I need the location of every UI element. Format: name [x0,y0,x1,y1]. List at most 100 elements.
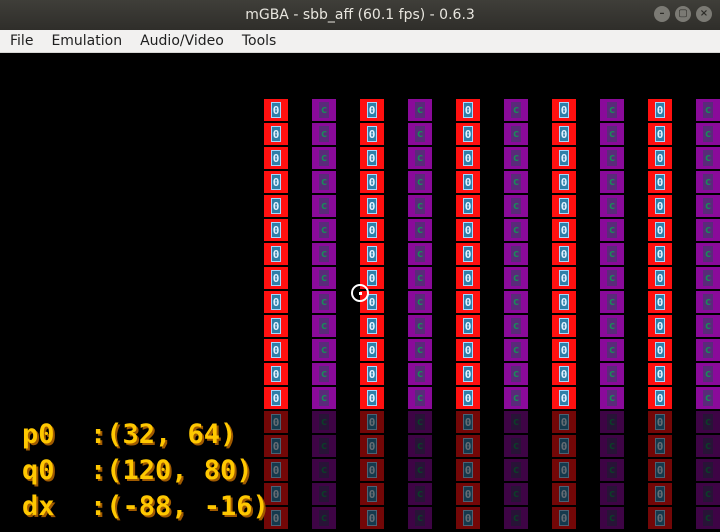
tile-glyph: 0 [367,318,377,334]
tile-glyph: 0 [559,126,569,142]
tile-glyph: c [607,246,617,262]
red-tile: 0 [456,387,480,409]
red-tile: 0 [360,363,384,385]
purple-tile: c [600,267,624,289]
red-tile: 0 [648,291,672,313]
tile-glyph: c [511,246,521,262]
window-title: mGBA - sbb_aff (60.1 fps) - 0.6.3 [245,7,475,23]
red-tile: 0 [552,291,576,313]
tile-glyph: 0 [655,150,665,166]
tile-glyph: 0 [367,294,377,310]
crosshair-cursor [351,284,369,302]
tile-glyph: 0 [463,150,473,166]
tile-glyph: c [607,174,617,190]
purple-tile: c [696,147,720,169]
tile-glyph: 0 [463,342,473,358]
red-tile: 0 [552,243,576,265]
tile-glyph: 0 [559,390,569,406]
tile-glyph: c [607,102,617,118]
purple-tile: c [696,387,720,409]
tile-glyph: c [703,342,713,358]
tile-glyph: c [511,390,521,406]
tile-glyph: 0 [463,126,473,142]
red-tile: 0 [360,147,384,169]
maximize-button[interactable]: ▢ [675,6,691,22]
purple-tile: c [696,195,720,217]
tile-glyph: 0 [559,246,569,262]
purple-tile: c [504,291,528,313]
purple-tile: c [312,99,336,121]
tile-glyph: c [607,126,617,142]
red-tile: 0 [648,339,672,361]
tile-glyph: c [319,294,329,310]
purple-tile: c [696,99,720,121]
tile-glyph: c [511,270,521,286]
tile-glyph: c [415,150,425,166]
purple-tile: c [312,387,336,409]
hud-row-p0: p0 :(32, 64) [22,417,269,453]
tile-glyph: c [511,342,521,358]
tile-glyph: c [607,270,617,286]
red-tile: 0 [552,147,576,169]
red-tile: 0 [648,147,672,169]
purple-tile: c [600,291,624,313]
purple-tile: c [408,291,432,313]
close-button[interactable]: × [696,6,712,22]
window-titlebar: mGBA - sbb_aff (60.1 fps) - 0.6.3 – ▢ × [0,0,720,30]
tile-glyph: c [415,366,425,382]
tile-glyph: 0 [271,270,281,286]
tile-glyph: 0 [271,294,281,310]
menu-audio-video[interactable]: Audio/Video [130,33,232,49]
tile-glyph: 0 [463,246,473,262]
tile-glyph: c [607,342,617,358]
tile-glyph: c [511,366,521,382]
game-screen[interactable]: 000000000000000000cccccccccccccccccc0000… [0,53,720,532]
purple-tile: c [312,339,336,361]
purple-tile: c [696,219,720,241]
tile-glyph: c [607,390,617,406]
tile-glyph: c [703,198,713,214]
menu-emulation[interactable]: Emulation [41,33,130,49]
red-tile: 0 [264,147,288,169]
tile-glyph: c [703,366,713,382]
hud-value: :(-88, -16) [90,491,269,522]
tile-glyph: 0 [463,318,473,334]
tile-glyph: 0 [271,366,281,382]
tile-glyph: c [415,318,425,334]
purple-tile: c [408,195,432,217]
menu-tools[interactable]: Tools [232,33,285,49]
tile-glyph: c [415,174,425,190]
tile-glyph: 0 [655,198,665,214]
red-tile: 0 [456,171,480,193]
purple-tile: c [312,291,336,313]
purple-tile: c [600,195,624,217]
tile-glyph: c [319,174,329,190]
red-tile: 0 [264,291,288,313]
red-tile: 0 [264,267,288,289]
purple-tile: c [312,267,336,289]
tile-glyph: 0 [271,126,281,142]
tile-glyph: 0 [655,342,665,358]
tile-glyph: c [607,198,617,214]
menu-file[interactable]: File [0,33,41,49]
red-tile: 0 [456,99,480,121]
tile-glyph: c [415,342,425,358]
tile-glyph: 0 [367,366,377,382]
tile-glyph: 0 [559,318,569,334]
tile-glyph: 0 [367,342,377,358]
red-tile: 0 [552,195,576,217]
minimize-button[interactable]: – [654,6,670,22]
red-tile: 0 [360,195,384,217]
tile-glyph: c [319,102,329,118]
red-tile: 0 [264,315,288,337]
tile-glyph: c [511,126,521,142]
hud-label: p0 [22,419,55,450]
purple-tile: c [696,363,720,385]
purple-tile: c [696,123,720,145]
purple-tile: c [504,243,528,265]
red-tile: 0 [360,243,384,265]
red-tile: 0 [456,315,480,337]
tile-glyph: 0 [271,222,281,238]
tile-glyph: c [415,198,425,214]
purple-tile: c [408,123,432,145]
